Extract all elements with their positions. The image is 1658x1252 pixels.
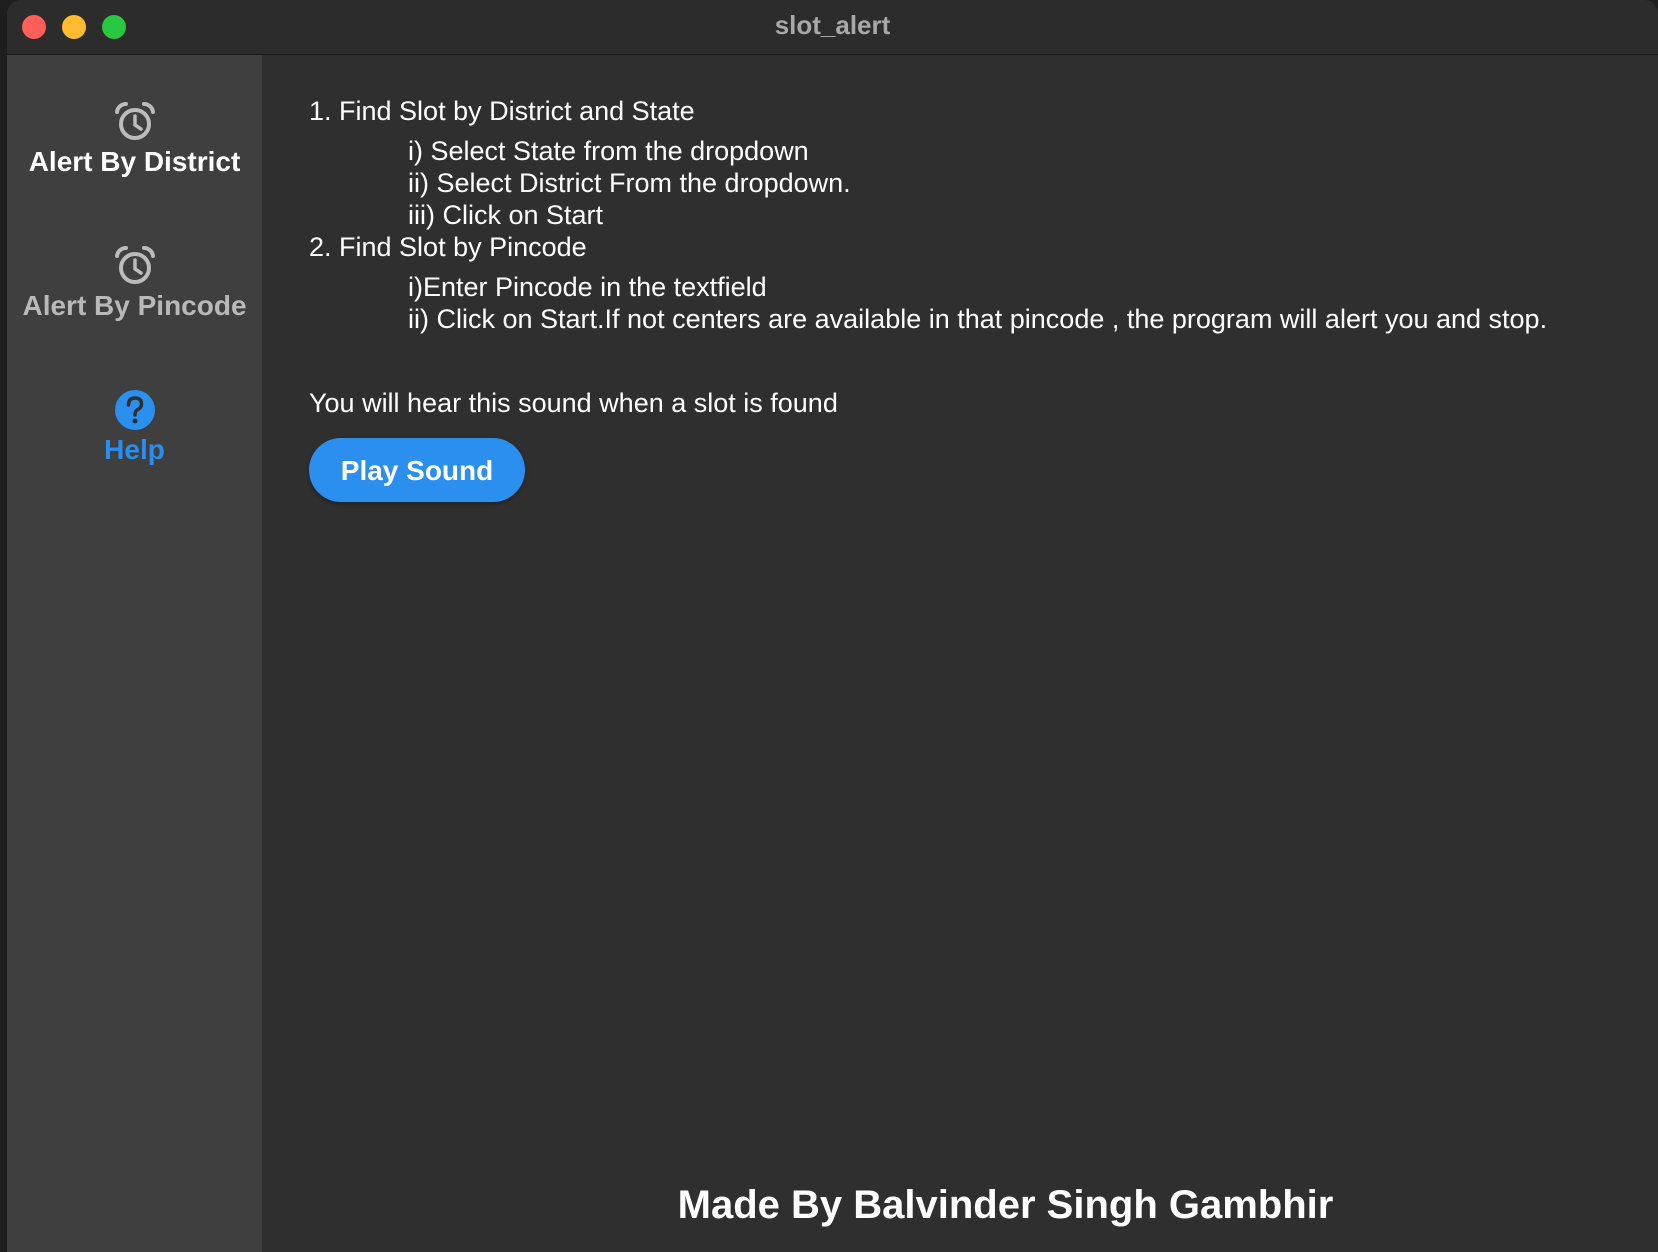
title-bar: slot_alert [7, 0, 1658, 55]
sidebar-item-label: Alert By Pincode [22, 290, 247, 321]
window-title: slot_alert [774, 10, 891, 40]
sidebar-item-alert-by-pincode[interactable]: Alert By Pincode [7, 244, 262, 322]
app-window: slot_alert Alert By District Alert By Pi… [7, 0, 1658, 1252]
sound-description: You will hear this sound when a slot is … [309, 388, 838, 418]
step1-item: ii) Select District From the dropdown. [408, 168, 851, 198]
sidebar-item-help[interactable]: Help [7, 388, 262, 466]
step1-item: iii) Click on Start [408, 200, 604, 230]
sidebar-item-label: Alert By District [28, 146, 241, 177]
help-content: 1. Find Slot by District and State i) Se… [263, 55, 1658, 1252]
step2-title: 2. Find Slot by Pincode [309, 232, 587, 262]
play-sound-button[interactable]: Play Sound [309, 438, 525, 502]
step1-item: i) Select State from the dropdown [408, 136, 809, 166]
sidebar: Alert By District Alert By Pincode Help [7, 55, 262, 1252]
step2-item: ii) Click on Start.If not centers are av… [408, 304, 1548, 334]
step1-title: 1. Find Slot by District and State [309, 96, 695, 126]
author-credit: Made By Balvinder Singh Gambhir [677, 1183, 1334, 1227]
alarm-clock-icon [114, 101, 155, 140]
help-circle-icon [114, 390, 155, 430]
alarm-clock-icon [114, 245, 155, 284]
sidebar-item-label: Help [104, 434, 165, 465]
sidebar-item-alert-by-district[interactable]: Alert By District [7, 100, 262, 178]
step2-item: i)Enter Pincode in the textfield [408, 272, 767, 302]
